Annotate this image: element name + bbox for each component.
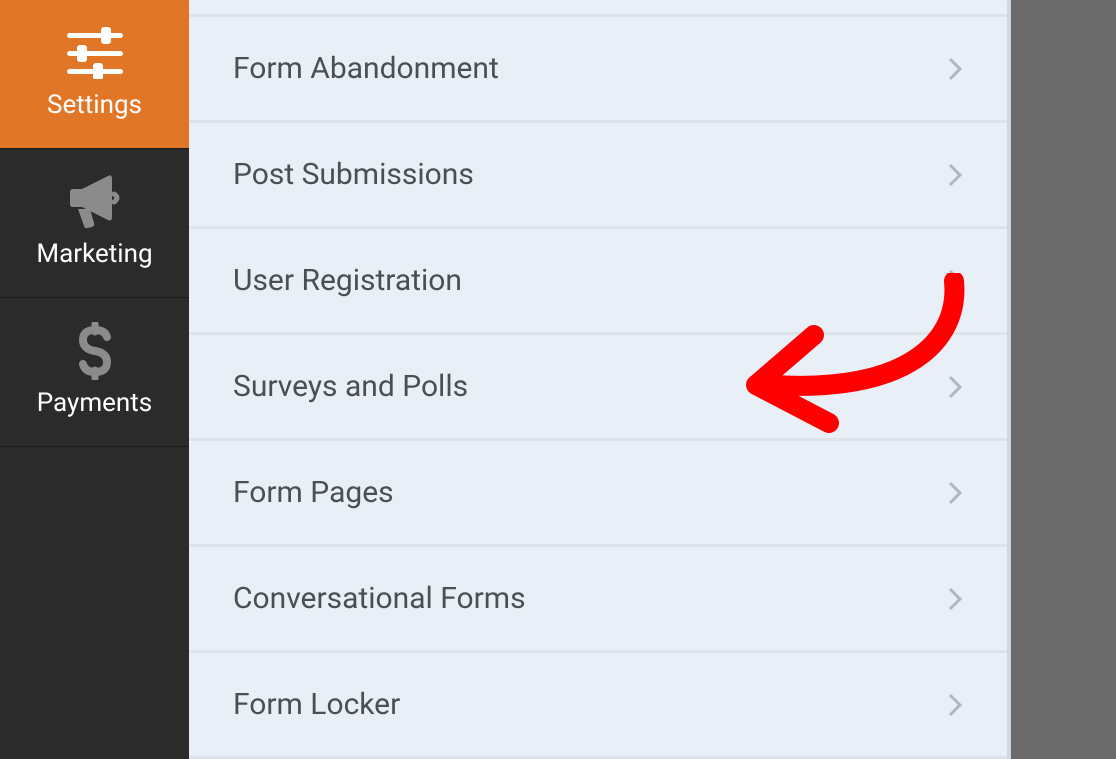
sliders-icon: [63, 24, 127, 82]
list-row-user-registration[interactable]: User Registration: [189, 229, 1007, 335]
list-row-post-submissions[interactable]: Post Submissions: [189, 123, 1007, 229]
list-row-conversational-forms[interactable]: Conversational Forms: [189, 547, 1007, 653]
chevron-right-icon: [947, 692, 963, 718]
sidebar-item-label: Marketing: [36, 239, 152, 269]
sidebar: Settings Marketing Payments: [0, 0, 189, 759]
list-row-label: User Registration: [233, 263, 462, 298]
sidebar-item-label: Payments: [37, 388, 152, 418]
list-row-spacer: [189, 0, 1007, 17]
list-row-surveys-and-polls[interactable]: Surveys and Polls: [189, 335, 1007, 441]
list-row-label: Post Submissions: [233, 157, 474, 192]
chevron-right-icon: [947, 268, 963, 294]
sidebar-item-label: Settings: [47, 90, 142, 120]
list-row-form-abandonment[interactable]: Form Abandonment: [189, 17, 1007, 123]
chevron-right-icon: [947, 586, 963, 612]
settings-list: Form Abandonment Post Submissions User R…: [189, 0, 1007, 759]
chevron-right-icon: [947, 162, 963, 188]
list-row-label: Form Abandonment: [233, 51, 499, 86]
chevron-right-icon: [947, 56, 963, 82]
dollar-icon: [77, 322, 113, 380]
sidebar-item-settings[interactable]: Settings: [0, 0, 189, 149]
sidebar-item-marketing[interactable]: Marketing: [0, 149, 189, 298]
main-panel: Form Abandonment Post Submissions User R…: [189, 0, 1011, 759]
list-row-form-pages[interactable]: Form Pages: [189, 441, 1007, 547]
list-row-label: Conversational Forms: [233, 581, 526, 616]
right-gutter: [1011, 0, 1116, 759]
megaphone-icon: [64, 173, 126, 231]
list-row-label: Form Locker: [233, 687, 400, 722]
list-row-label: Form Pages: [233, 475, 394, 510]
list-row-form-locker[interactable]: Form Locker: [189, 653, 1007, 759]
list-row-label: Surveys and Polls: [233, 369, 468, 404]
sidebar-item-payments[interactable]: Payments: [0, 298, 189, 447]
chevron-right-icon: [947, 374, 963, 400]
chevron-right-icon: [947, 480, 963, 506]
